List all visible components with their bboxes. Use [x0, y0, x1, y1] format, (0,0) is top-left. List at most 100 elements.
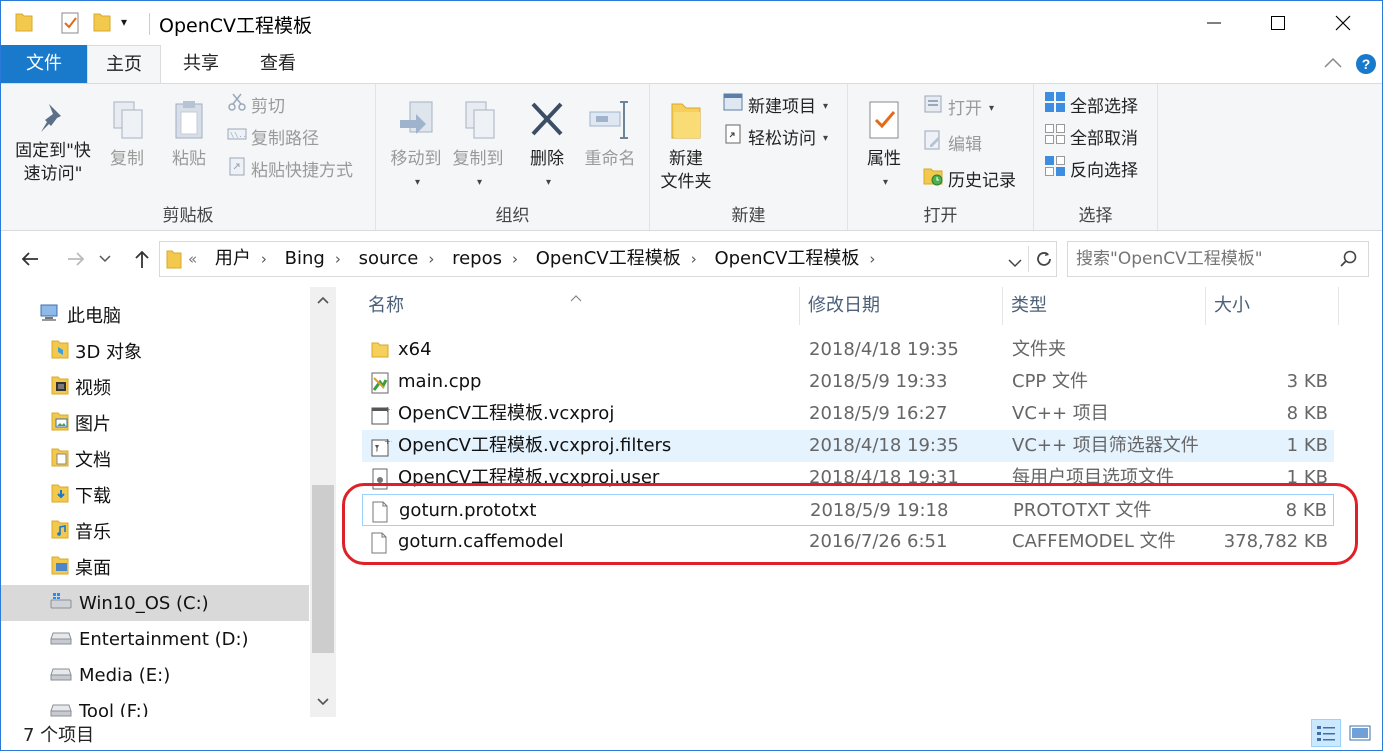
- move-to-button[interactable]: 移动到 ▾: [382, 98, 450, 194]
- details-view-button[interactable]: [1311, 719, 1341, 747]
- select-none-button[interactable]: 全部取消: [1044, 124, 1138, 154]
- breadcrumb-bing[interactable]: Bing: [285, 248, 325, 269]
- column-header-size[interactable]: 大小: [1206, 287, 1339, 325]
- nav-item[interactable]: 图片: [1, 405, 309, 441]
- delete-x-icon: [522, 98, 572, 148]
- copy-icon: [101, 98, 153, 148]
- tab-file[interactable]: 文件: [1, 45, 87, 83]
- nav-item[interactable]: 音乐: [1, 513, 309, 549]
- file-name: goturn.caffemodel: [398, 531, 564, 552]
- file-row[interactable]: ++ OpenCV工程模板.vcxproj 2018/5/9 16:27 VC++ 项…: [362, 398, 1334, 430]
- nav-item[interactable]: 下载: [1, 477, 309, 513]
- help-icon[interactable]: ?: [1355, 53, 1377, 79]
- group-open: 属性 ▾ 打开 ▾ 编辑 历史记录 打开: [848, 84, 1034, 230]
- file-row[interactable]: x64 2018/4/18 19:35 文件夹: [362, 334, 1334, 366]
- rename-button[interactable]: 重命名: [578, 98, 642, 171]
- breadcrumb-chevron-icon[interactable]: ›: [261, 250, 267, 268]
- new-folder-quick-icon[interactable]: [93, 11, 111, 35]
- scroll-up-icon[interactable]: [310, 287, 336, 313]
- copy-button[interactable]: 复制: [101, 98, 153, 171]
- file-row[interactable]: goturn.prototxt 2018/5/9 19:18 PROTOTXT 文件…: [362, 494, 1334, 526]
- address-bar[interactable]: « 用户 › Bing › source › repos › OpenCV工程模板 › O…: [159, 241, 1057, 277]
- scroll-down-icon[interactable]: [310, 689, 336, 715]
- group-label-open: 打开: [923, 206, 958, 226]
- scroll-thumb[interactable]: [312, 485, 334, 653]
- properties-quick-icon[interactable]: [59, 11, 81, 35]
- refresh-icon[interactable]: [1034, 249, 1054, 273]
- nav-item[interactable]: 3D 对象: [1, 333, 309, 369]
- nav-item[interactable]: Entertainment (D:): [1, 621, 309, 657]
- file-row[interactable]: ++ OpenCV工程模板.vcxproj.filters 2018/4/18 19…: [362, 430, 1334, 462]
- close-button[interactable]: [1311, 1, 1375, 45]
- breadcrumb-chevron-icon[interactable]: ›: [691, 250, 697, 268]
- file-type: VC++ 项目: [1012, 403, 1109, 424]
- breadcrumb-project-parent[interactable]: OpenCV工程模板: [536, 248, 681, 269]
- breadcrumb-overflow[interactable]: «: [188, 250, 197, 268]
- easy-access-dropdown-icon: ▾: [823, 133, 829, 144]
- copy-to-button[interactable]: 复制到 ▾: [444, 98, 512, 194]
- invert-selection-button[interactable]: 反向选择: [1044, 156, 1138, 186]
- collapse-ribbon-icon[interactable]: [1323, 53, 1343, 74]
- file-row[interactable]: OpenCV工程模板.vcxproj.user 2018/4/18 19:31 每用…: [362, 462, 1334, 494]
- pin-quick-access-button[interactable]: 固定到"快 速访问": [7, 98, 99, 186]
- scissors-icon: [227, 92, 247, 122]
- large-icons-view-button[interactable]: [1345, 719, 1375, 747]
- breadcrumb-chevron-icon[interactable]: ›: [869, 250, 875, 268]
- minimize-button[interactable]: [1182, 1, 1246, 45]
- breadcrumb-source[interactable]: source: [359, 248, 419, 269]
- properties-label: 属性: [867, 149, 901, 169]
- tab-view[interactable]: 查看: [243, 45, 313, 83]
- address-dropdown-icon[interactable]: [1008, 254, 1022, 273]
- breadcrumb-repos[interactable]: repos: [452, 248, 502, 269]
- new-folder-button[interactable]: 新建 文件夹: [654, 98, 718, 194]
- open-icon: [922, 93, 944, 125]
- breadcrumb-users[interactable]: 用户: [215, 248, 251, 269]
- forward-button[interactable]: [61, 245, 91, 273]
- select-all-button[interactable]: 全部选择: [1044, 92, 1138, 122]
- tab-share[interactable]: 共享: [167, 45, 235, 83]
- recent-locations-button[interactable]: [95, 245, 115, 273]
- tab-home[interactable]: 主页: [87, 45, 161, 84]
- delete-button[interactable]: 删除 ▾: [522, 98, 572, 194]
- file-row[interactable]: main.cpp 2018/5/9 19:33 CPP 文件 3 KB: [362, 366, 1334, 398]
- open-label: 打开: [948, 99, 982, 119]
- nav-item[interactable]: 视频: [1, 369, 309, 405]
- customize-quick-access-icon[interactable]: ▾: [121, 15, 127, 39]
- breadcrumb-chevron-icon[interactable]: ›: [512, 250, 518, 268]
- copy-path-button[interactable]: \\.. 复制路径: [227, 124, 319, 154]
- properties-button[interactable]: 属性 ▾: [856, 98, 912, 194]
- nav-item[interactable]: 桌面: [1, 549, 309, 585]
- nav-scrollbar[interactable]: [310, 287, 336, 717]
- paste-button[interactable]: 粘贴: [161, 98, 217, 171]
- column-header-date[interactable]: 修改日期: [800, 287, 1003, 325]
- select-none-icon: [1044, 123, 1066, 155]
- file-row[interactable]: goturn.caffemodel 2016/7/26 6:51 CAFFEMODE…: [362, 526, 1334, 558]
- search-input[interactable]: [1076, 246, 1336, 272]
- breadcrumb-chevron-icon[interactable]: ›: [335, 250, 341, 268]
- nav-item[interactable]: Tool (F:): [1, 693, 309, 717]
- file-date: 2018/4/18 19:31: [809, 467, 959, 488]
- cut-button[interactable]: 剪切: [227, 92, 285, 122]
- column-header-type[interactable]: 类型: [1003, 287, 1206, 325]
- sort-up-icon: [570, 287, 582, 306]
- search-icon[interactable]: [1340, 250, 1358, 272]
- nav-item[interactable]: 此电脑: [1, 297, 309, 333]
- nav-item[interactable]: Win10_OS (C:): [1, 585, 309, 621]
- nav-item[interactable]: 文档: [1, 441, 309, 477]
- paste-shortcut-button[interactable]: 粘贴快捷方式: [227, 156, 353, 186]
- up-button[interactable]: [127, 245, 157, 273]
- maximize-button[interactable]: [1246, 1, 1310, 45]
- history-button[interactable]: 历史记录: [922, 166, 1016, 196]
- nav-item[interactable]: Media (E:): [1, 657, 309, 693]
- computer-icon: [39, 303, 61, 328]
- properties-dropdown-icon: ▾: [882, 177, 889, 188]
- breadcrumb-chevron-icon[interactable]: ›: [428, 250, 434, 268]
- edit-button[interactable]: 编辑: [922, 130, 982, 160]
- new-item-button[interactable]: 新建项目 ▾: [722, 92, 828, 122]
- open-button[interactable]: 打开 ▾: [922, 94, 994, 124]
- vcxproj-icon: ++: [370, 404, 397, 425]
- back-button[interactable]: [15, 245, 45, 273]
- easy-access-button[interactable]: 轻松访问 ▾: [722, 124, 828, 154]
- select-all-label: 全部选择: [1070, 97, 1138, 117]
- breadcrumb-project[interactable]: OpenCV工程模板: [714, 248, 859, 269]
